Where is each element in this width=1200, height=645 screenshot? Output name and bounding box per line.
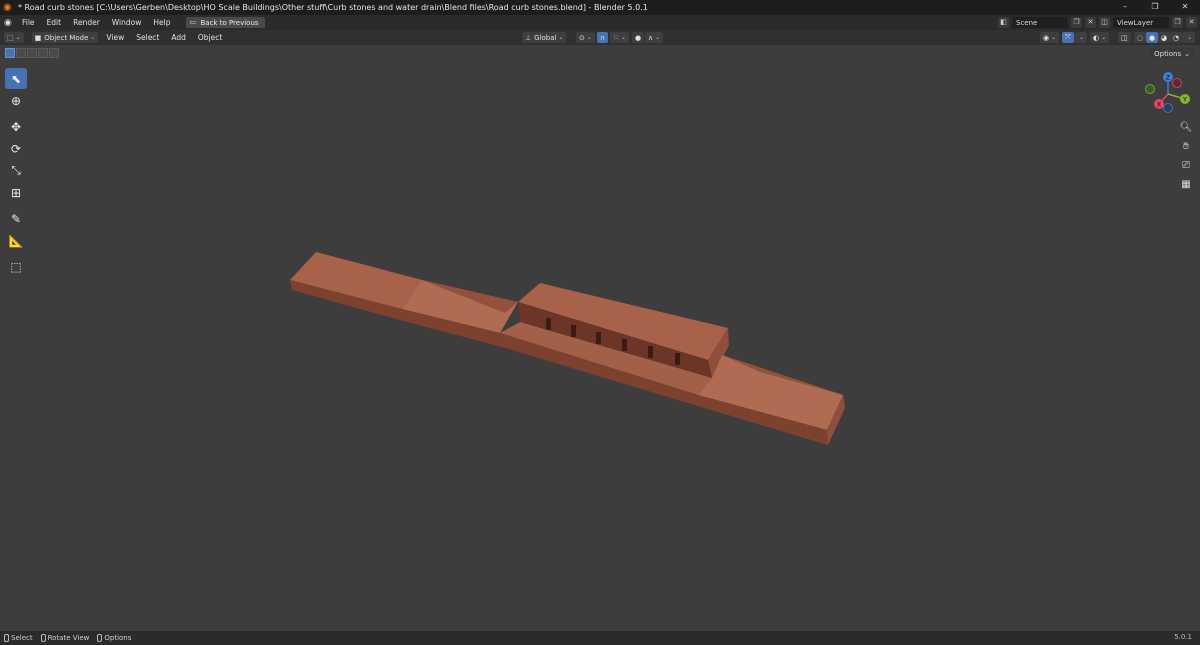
status-bar: Select Rotate View Options 5.0.1 xyxy=(0,631,1200,645)
mouse-right-icon xyxy=(97,634,103,642)
curb-right-ramp xyxy=(698,355,845,445)
status-options-label: Options xyxy=(104,634,132,642)
curb-stones-model[interactable] xyxy=(0,0,1200,645)
status-options: Options xyxy=(97,634,131,642)
status-rotate-label: Rotate View xyxy=(47,634,90,642)
status-select: Select xyxy=(4,634,33,642)
status-rotate-view: Rotate View xyxy=(40,634,90,642)
mouse-middle-icon xyxy=(40,634,46,642)
curb-left-ramp xyxy=(400,280,518,347)
status-select-label: Select xyxy=(11,634,33,642)
mouse-left-icon xyxy=(4,634,9,642)
version-label: 5.0.1 xyxy=(1174,633,1192,641)
